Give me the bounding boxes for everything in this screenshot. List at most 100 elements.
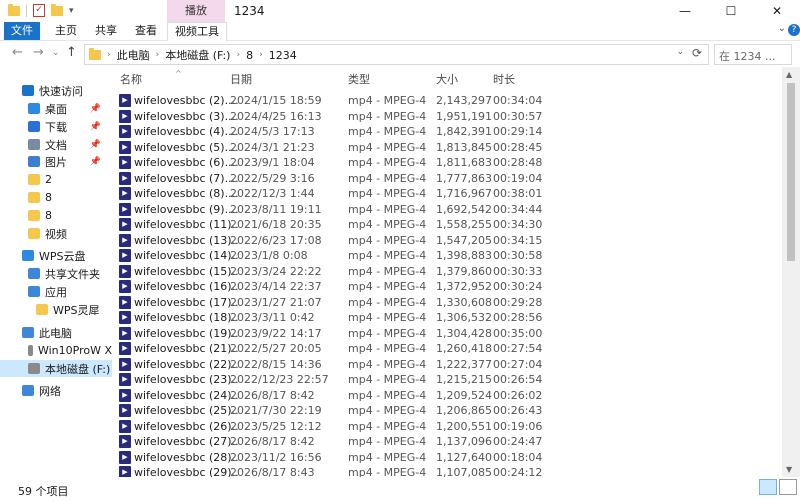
file-duration: 00:30:57 bbox=[493, 109, 543, 123]
scroll-up-icon[interactable]: ▲ bbox=[786, 70, 792, 79]
file-duration: 00:29:28 bbox=[493, 295, 543, 309]
title-bar: ✓ ▾ 播放 1234 — ☐ ✕ bbox=[0, 0, 800, 22]
file-row[interactable]: ▶ wifelovesbbc (16)... 2023/4/14 22:37 mp4 … bbox=[112, 279, 782, 294]
tab-share[interactable]: 共享 bbox=[88, 22, 124, 40]
minimize-button[interactable]: — bbox=[662, 0, 708, 22]
pin-icon: 📌 bbox=[89, 121, 101, 132]
chevron-right-icon[interactable]: › bbox=[236, 50, 240, 60]
file-row[interactable]: ▶ wifelovesbbc (18)... 2023/3/11 0:42 mp4 -… bbox=[112, 310, 782, 325]
nav-item[interactable]: WPS灵犀 bbox=[0, 301, 112, 318]
chevron-right-icon[interactable]: › bbox=[259, 50, 263, 60]
file-row[interactable]: ▶ wifelovesbbc (8).... 2022/12/3 1:44 mp4 -… bbox=[112, 186, 782, 201]
folder-icon bbox=[28, 210, 40, 221]
file-row[interactable]: ▶ wifelovesbbc (24)... 2026/8/17 8:42 mp4 -… bbox=[112, 388, 782, 403]
file-row[interactable]: ▶ wifelovesbbc (26)... 2023/5/25 12:12 mp4 … bbox=[112, 419, 782, 434]
video-file-icon: ▶ bbox=[119, 295, 131, 309]
large-icons-view-icon[interactable] bbox=[779, 479, 797, 495]
recent-locations-icon[interactable]: ⌄ bbox=[52, 48, 60, 58]
column-header-date[interactable]: 日期 bbox=[230, 71, 252, 87]
crumb-folder-8[interactable]: 8 bbox=[246, 49, 253, 62]
file-row[interactable]: ▶ wifelovesbbc (9).... 2023/8/11 19:11 mp4 … bbox=[112, 202, 782, 217]
file-row[interactable]: ▶ wifelovesbbc (4).... 2024/5/3 17:13 mp4 -… bbox=[112, 124, 782, 139]
nav-item[interactable]: 视频 bbox=[0, 225, 112, 242]
folder-icon bbox=[8, 3, 20, 16]
scroll-thumb[interactable] bbox=[787, 83, 795, 261]
file-row[interactable]: ▶ wifelovesbbc (27)... 2026/8/17 8:42 mp4 -… bbox=[112, 434, 782, 449]
back-button[interactable]: ← bbox=[12, 45, 23, 60]
scroll-down-icon[interactable]: ▼ bbox=[786, 465, 792, 474]
file-duration: 00:28:48 bbox=[493, 156, 543, 169]
nav-item[interactable]: 2 bbox=[0, 171, 112, 188]
file-row[interactable]: ▶ wifelovesbbc (5).... 2024/3/1 21:23 mp4 -… bbox=[112, 140, 782, 155]
file-row[interactable]: ▶ wifelovesbbc (28)... 2023/11/2 16:56 mp4 … bbox=[112, 450, 782, 465]
close-button[interactable]: ✕ bbox=[754, 0, 800, 22]
new-folder-icon[interactable] bbox=[51, 3, 63, 16]
file-row[interactable]: ▶ wifelovesbbc (6).... 2023/9/1 18:04 mp4 -… bbox=[112, 155, 782, 170]
nav-item[interactable]: 应用 bbox=[0, 283, 112, 300]
file-row[interactable]: ▶ wifelovesbbc (19)... 2023/9/22 14:17 mp4 … bbox=[112, 326, 782, 341]
file-row[interactable]: ▶ wifelovesbbc (11)... 2021/6/18 20:35 mp4 … bbox=[112, 217, 782, 232]
nav-item[interactable]: WPS云盘 bbox=[0, 247, 112, 264]
properties-icon[interactable]: ✓ bbox=[33, 4, 45, 17]
crumb-this-pc[interactable]: 此电脑 bbox=[117, 47, 150, 63]
file-row[interactable]: ▶ wifelovesbbc (7).... 2022/5/29 3:16 mp4 -… bbox=[112, 171, 782, 186]
file-row[interactable]: ▶ wifelovesbbc (23)... 2022/12/23 22:57 mp4… bbox=[112, 372, 782, 387]
tab-home[interactable]: 主页 bbox=[48, 22, 84, 40]
forward-button[interactable]: → bbox=[33, 45, 44, 60]
file-row[interactable]: ▶ wifelovesbbc (2).... 2024/1/15 18:59 mp4 … bbox=[112, 93, 782, 108]
chevron-right-icon[interactable]: › bbox=[107, 50, 111, 60]
refresh-icon[interactable]: ⟳ bbox=[692, 46, 702, 60]
file-name: wifelovesbbc (13)... bbox=[134, 233, 239, 247]
customize-toolbar-icon[interactable]: ▾ bbox=[69, 6, 74, 16]
column-header-size[interactable]: 大小 bbox=[436, 71, 458, 87]
chevron-right-icon[interactable]: › bbox=[156, 50, 160, 60]
context-tab-play[interactable]: 播放 bbox=[167, 0, 225, 22]
nav-item[interactable]: 8 bbox=[0, 189, 112, 206]
file-row[interactable]: ▶ wifelovesbbc (3).... 2024/4/25 16:13 mp4 … bbox=[112, 109, 782, 124]
nav-item[interactable]: 本地磁盘 (F:) bbox=[0, 360, 112, 377]
tab-video-tools[interactable]: 视频工具 bbox=[167, 22, 227, 41]
video-file-icon: ▶ bbox=[119, 311, 131, 324]
file-row[interactable]: ▶ wifelovesbbc (21)... 2022/5/27 20:05 mp4 … bbox=[112, 341, 782, 356]
nav-item[interactable]: Win10ProW X bbox=[0, 342, 112, 359]
nav-item[interactable]: 网络 bbox=[0, 382, 112, 399]
nav-item[interactable]: 共享文件夹 bbox=[0, 265, 112, 282]
nav-item-label: 图片 bbox=[45, 155, 67, 169]
nav-item[interactable]: 此电脑 bbox=[0, 324, 112, 341]
details-view-icon[interactable] bbox=[759, 479, 777, 495]
nav-item[interactable]: 下载 📌 bbox=[0, 118, 112, 135]
search-input[interactable]: 在 1234 ... bbox=[714, 44, 792, 65]
file-row[interactable]: ▶ wifelovesbbc (13)... 2022/6/23 17:08 mp4 … bbox=[112, 233, 782, 248]
file-row[interactable]: ▶ wifelovesbbc (25)... 2021/7/30 22:19 mp4 … bbox=[112, 403, 782, 418]
nav-item[interactable]: 桌面 📌 bbox=[0, 100, 112, 117]
help-icon[interactable]: ? bbox=[788, 24, 800, 36]
crumb-drive-f[interactable]: 本地磁盘 (F:) bbox=[165, 47, 230, 63]
nav-item[interactable]: 图片 📌 bbox=[0, 153, 112, 170]
nav-item[interactable]: 快速访问 bbox=[0, 82, 112, 99]
video-file-icon: ▶ bbox=[119, 218, 131, 231]
file-size: 1,811,683... bbox=[436, 156, 492, 169]
maximize-button[interactable]: ☐ bbox=[708, 0, 754, 22]
address-bar[interactable]: › 此电脑 › 本地磁盘 (F:) › 8 › 1234 ⌄ ⟳ bbox=[84, 44, 709, 65]
navigation-pane: 快速访问 桌面 📌 下载 📌 文档 📌 图片 📌 2 8 8 视频 WPS云盘 共享文件夹 应用 WPS灵犀 此电… bbox=[0, 67, 112, 477]
up-button[interactable]: ↑ bbox=[66, 45, 77, 60]
network-icon bbox=[22, 385, 34, 396]
expand-ribbon-icon[interactable]: ⌄ bbox=[778, 23, 786, 34]
column-header-type[interactable]: 类型 bbox=[348, 71, 370, 87]
tab-view[interactable]: 查看 bbox=[128, 22, 164, 40]
file-row[interactable]: ▶ wifelovesbbc (14)... 2023/1/8 0:08 mp4 - … bbox=[112, 248, 782, 263]
column-header-duration[interactable]: 时长 bbox=[493, 71, 515, 87]
nav-item-label: 8 bbox=[45, 209, 52, 222]
file-row[interactable]: ▶ wifelovesbbc (15)... 2023/3/24 22:22 mp4 … bbox=[112, 264, 782, 279]
file-row[interactable]: ▶ wifelovesbbc (22)... 2022/8/15 14:36 mp4 … bbox=[112, 357, 782, 372]
tab-file[interactable]: 文件 bbox=[4, 22, 40, 40]
video-file-icon: ▶ bbox=[119, 249, 131, 262]
nav-item[interactable]: 8 bbox=[0, 207, 112, 224]
vertical-scrollbar[interactable]: ▲ ▼ bbox=[782, 67, 800, 477]
crumb-folder-1234[interactable]: 1234 bbox=[269, 49, 297, 62]
nav-item[interactable]: 文档 📌 bbox=[0, 136, 112, 153]
address-dropdown-icon[interactable]: ⌄ bbox=[676, 47, 684, 57]
file-duration: 00:34:04 bbox=[493, 94, 543, 107]
file-row[interactable]: ▶ wifelovesbbc (17)... 2023/1/27 21:07 mp4 … bbox=[112, 295, 782, 310]
column-header-name[interactable]: 名称 ^ bbox=[120, 69, 182, 87]
